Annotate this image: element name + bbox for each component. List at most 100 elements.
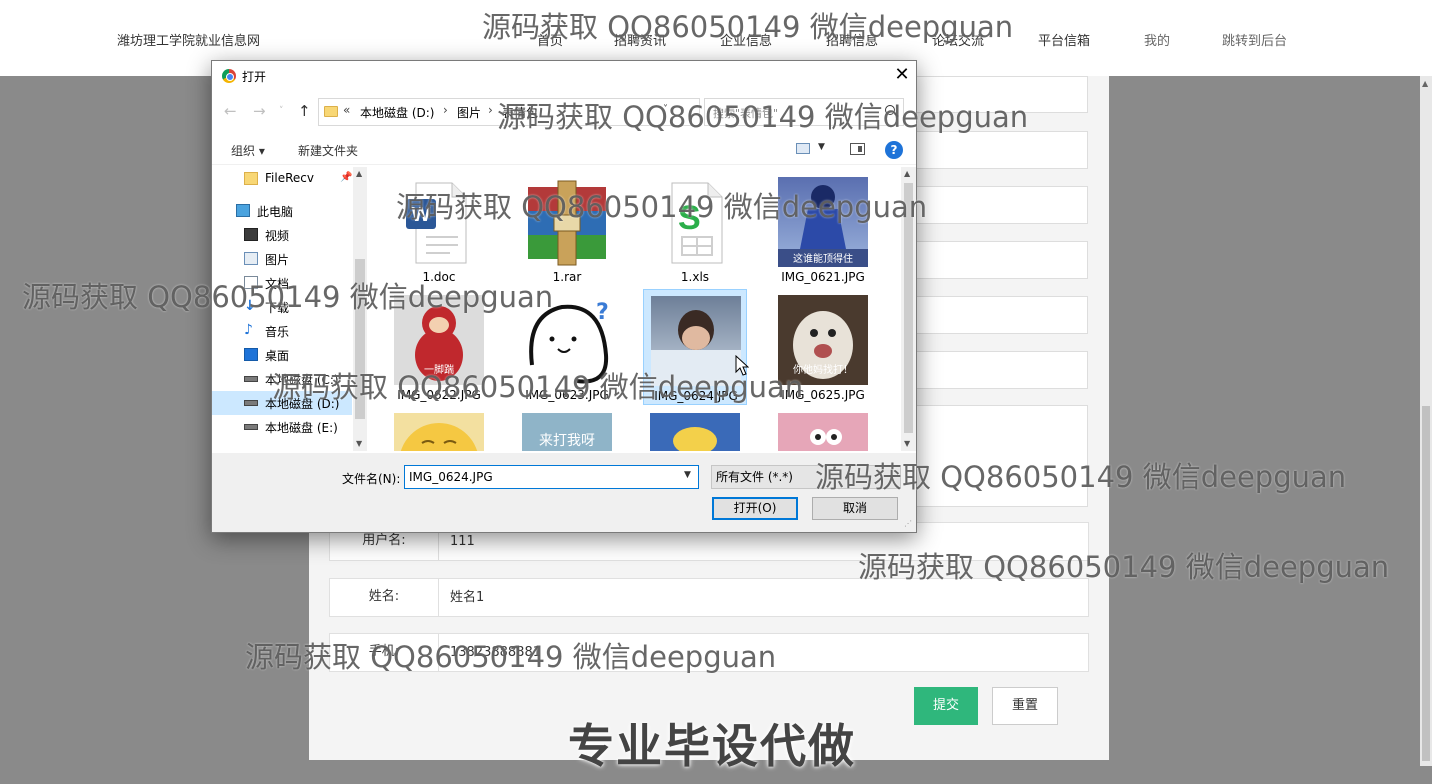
file-item[interactable]: 1.rar [515,171,619,287]
file-list-scrollbar[interactable]: ▲ ▼ [901,167,916,451]
file-item-selected[interactable]: IMG_0624.JPG [643,289,747,405]
breadcrumb-pictures[interactable]: 图片 [457,104,481,121]
file-name: 1.doc [422,270,456,284]
nav-mailbox[interactable]: 平台信箱 [1038,30,1090,49]
tree-item-filerecv[interactable]: FileRecv 📌 [212,167,352,191]
submit-button[interactable]: 提交 [914,687,978,725]
breadcrumb-overflow-icon[interactable]: « [343,103,350,117]
scroll-up-arrow-icon[interactable]: ▲ [1422,79,1428,88]
reset-button[interactable]: 重置 [992,687,1058,725]
file-item[interactable]: 一脚踹 IMG_0622.JPG [387,289,491,405]
back-arrow-icon[interactable]: ← [224,102,237,120]
nav-companies[interactable]: 企业信息 [720,30,772,49]
address-bar[interactable]: « 本地磁盘 (D:) › 图片 › 表情包 ˅ [318,98,700,126]
chevron-right-icon[interactable]: › [443,103,448,117]
nav-home[interactable]: 首页 [537,30,563,49]
drive-icon [244,400,258,406]
svg-text:?: ? [596,300,609,325]
chevron-down-icon[interactable]: ˅ [663,104,668,115]
file-item[interactable]: 这谁能顶得住 IMG_0621.JPG [771,171,875,287]
nav-admin[interactable]: 跳转到后台 [1222,30,1287,49]
help-icon[interactable]: ? [885,141,903,159]
page-scrollbar-thumb[interactable] [1422,406,1430,761]
nav-forum[interactable]: 论坛交流 [932,30,984,49]
pin-icon[interactable]: 📌 [340,172,352,183]
forward-arrow-icon[interactable]: → [253,102,266,120]
music-icon: ♪ [244,322,253,338]
file-item[interactable]: ? IMG_0623.JPG [515,289,619,405]
phone-input[interactable]: 13823888881 [450,634,541,671]
chevron-right-icon[interactable]: › [488,103,493,117]
chevron-down-icon[interactable]: ▼ [684,470,691,480]
file-name: IMG_0622.JPG [397,388,481,402]
file-item[interactable] [643,407,747,451]
dialog-titlebar[interactable]: 打开 ✕ [212,61,916,91]
file-item[interactable]: S 1.xls [643,171,747,287]
navigation-pane: FileRecv 📌 此电脑 视频 图片 文档 ↓ 下载 ♪ 音乐 桌面 本地磁… [212,167,367,451]
navigation-scrollbar-thumb[interactable] [355,259,365,419]
cancel-button[interactable]: 取消 [812,497,898,520]
file-item[interactable]: 你他妈找打！ IMG_0625.JPG [771,289,875,405]
file-name: IMG_0625.JPG [781,388,865,402]
breadcrumb-drive-d[interactable]: 本地磁盘 (D:) [360,104,434,121]
tree-item-drive-e[interactable]: 本地磁盘 (E:) [212,415,352,439]
new-folder-button[interactable]: 新建文件夹 [298,142,358,159]
pictures-icon [244,252,258,265]
up-arrow-icon[interactable]: ↑ [298,102,311,120]
site-title[interactable]: 潍坊理工学院就业信息网 [117,30,260,49]
tree-item-this-pc[interactable]: 此电脑 [212,199,352,223]
winrar-archive-icon [522,177,612,267]
tree-item-label: 文档 [265,277,290,291]
close-icon[interactable]: ✕ [890,64,914,88]
file-list-scrollbar-thumb[interactable] [904,183,913,433]
scroll-down-arrow-icon[interactable]: ▼ [356,439,362,448]
chevron-down-icon[interactable]: ▼ [818,142,825,152]
tree-item-pictures[interactable]: 图片 [212,247,352,271]
image-thumbnail: 你他妈找打！ [778,295,868,385]
view-options-icon[interactable] [796,143,810,154]
recent-chevron-down-icon[interactable]: ˅ [279,106,284,116]
file-name: IMG_0624.JPG [654,389,738,403]
phone-row: 手机: 13823888881 [329,633,1089,672]
file-item[interactable] [771,407,875,451]
name-input[interactable]: 姓名1 [450,579,484,616]
file-type-select[interactable]: 所有文件 (*.*) [711,465,901,489]
open-button[interactable]: 打开(O) [712,497,798,520]
image-thumbnail [650,413,740,451]
tree-item-desktop[interactable]: 桌面 [212,343,352,367]
resize-grip-icon[interactable]: ⋰ [904,519,912,528]
file-name: IMG_0623.JPG [525,388,609,402]
download-icon: ↓ [244,298,256,314]
navigation-scrollbar[interactable]: ▲ ▼ [353,167,367,451]
breadcrumb-stickers[interactable]: 表情包 [502,104,538,121]
name-row: 姓名: 姓名1 [329,578,1089,617]
nav-job-news[interactable]: 招聘资讯 [614,30,666,49]
file-item[interactable] [387,407,491,451]
nav-mine[interactable]: 我的 [1144,30,1170,49]
nav-recruitment[interactable]: 招聘信息 [826,30,878,49]
organize-menu[interactable]: 组织 ▾ [231,142,265,159]
scroll-up-arrow-icon[interactable]: ▲ [356,169,362,178]
search-input[interactable]: 搜索"表情包" [704,98,904,126]
scroll-down-arrow-icon[interactable]: ▼ [904,439,910,448]
tree-item-drive-d[interactable]: 本地磁盘 (D:) [212,391,352,415]
word-document-icon: W [394,177,484,267]
tree-item-videos[interactable]: 视频 [212,223,352,247]
filename-input[interactable]: IMG_0624.JPG [404,465,699,489]
file-item[interactable]: W 1.doc [387,171,491,287]
tree-item-music[interactable]: ♪ 音乐 [212,319,352,343]
tree-item-documents[interactable]: 文档 [212,271,352,295]
search-icon[interactable] [885,105,895,115]
scroll-up-arrow-icon[interactable]: ▲ [904,169,910,178]
file-item[interactable]: 来打我呀 [515,407,619,451]
computer-icon [236,204,250,217]
desktop-icon [244,348,258,361]
phone-label: 手机: [330,634,439,671]
page-scrollbar[interactable]: ▲ [1420,76,1432,766]
file-name: IMG_0621.JPG [781,270,865,284]
tree-item-downloads[interactable]: ↓ 下载 [212,295,352,319]
preview-pane-icon[interactable] [850,143,865,155]
tree-item-drive-c[interactable]: 本地磁盘 (C:) [212,367,352,391]
dialog-footer: 文件名(N): IMG_0624.JPG ▼ 所有文件 (*.*) 打开(O) … [212,453,916,532]
svg-text:S: S [678,199,701,237]
